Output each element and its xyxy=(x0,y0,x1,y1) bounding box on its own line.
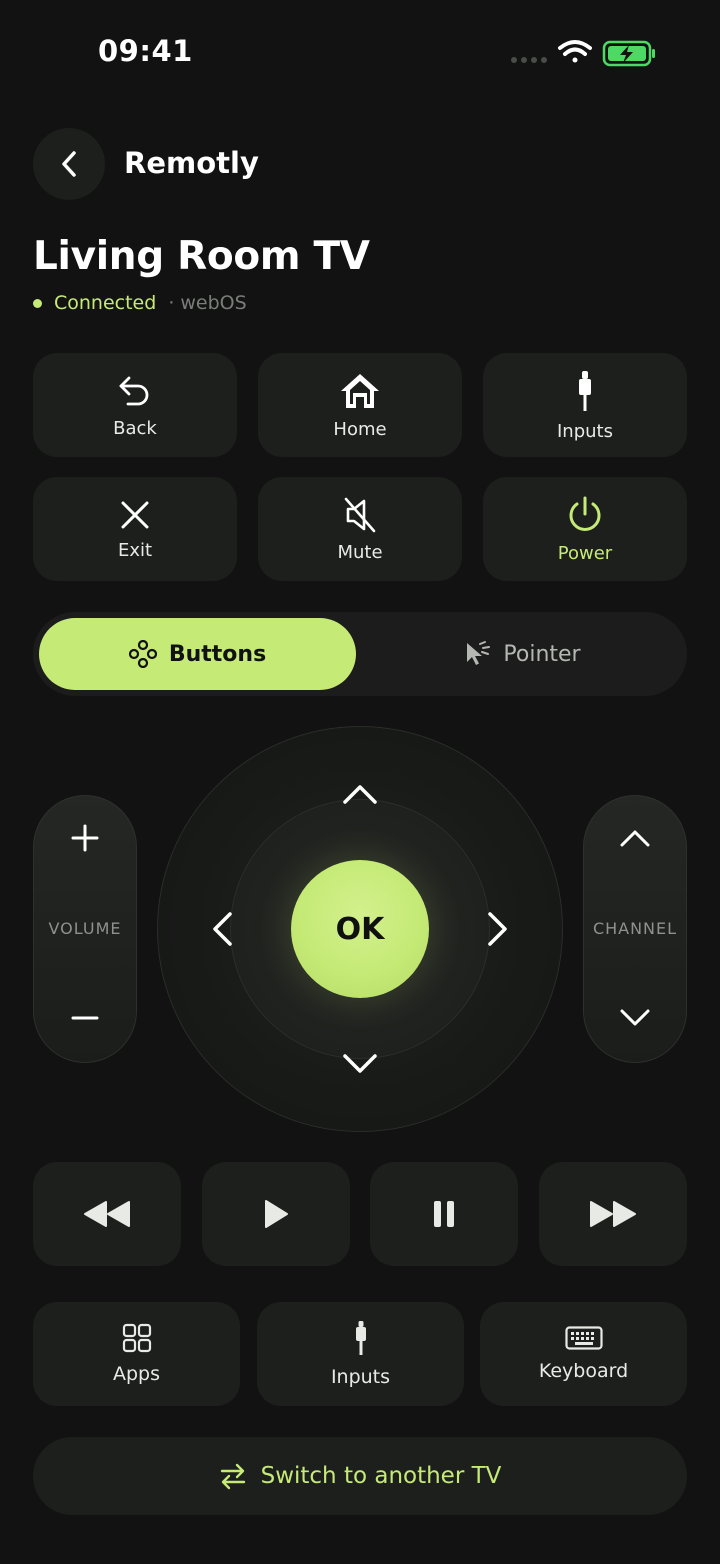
keyboard-button[interactable]: Keyboard xyxy=(480,1302,687,1406)
minus-icon xyxy=(71,1016,99,1020)
inputs-bottom-label: Inputs xyxy=(330,1366,391,1388)
exit-button[interactable]: Exit xyxy=(33,477,237,581)
power-label: Power xyxy=(557,542,613,564)
apps-label: Apps xyxy=(112,1363,161,1385)
mute-button[interactable]: Mute xyxy=(258,477,462,581)
back-nav-button[interactable] xyxy=(33,128,105,200)
chevron-left-icon xyxy=(62,151,76,177)
volume-up-button[interactable] xyxy=(59,812,111,864)
power-button[interactable]: Power xyxy=(483,477,687,581)
dpad-left-button[interactable] xyxy=(200,903,244,955)
plug-icon xyxy=(355,1321,366,1355)
fast-forward-icon xyxy=(590,1201,636,1227)
status-icons xyxy=(508,36,658,70)
keyboard-label: Keyboard xyxy=(538,1360,629,1382)
dpad-down-button[interactable] xyxy=(334,1042,386,1086)
pause-icon xyxy=(434,1201,454,1227)
home-button[interactable]: Home xyxy=(258,353,462,457)
gamepad-icon xyxy=(128,640,157,668)
plug-icon xyxy=(579,370,591,411)
mode-buttons-tab[interactable]: Buttons xyxy=(39,618,356,690)
channel-down-button[interactable] xyxy=(609,992,661,1044)
plus-icon xyxy=(71,824,99,852)
swap-arrows-icon xyxy=(220,1463,245,1490)
status-text: Connected xyxy=(54,292,157,314)
inputs-button[interactable]: Inputs xyxy=(483,353,687,457)
ok-button[interactable]: OK xyxy=(291,860,429,998)
mode-pointer-label: Pointer xyxy=(503,641,581,667)
chevron-left-icon xyxy=(213,912,232,946)
grid-icon xyxy=(122,1323,151,1353)
cellular-signal-icon xyxy=(511,57,547,63)
play-icon xyxy=(265,1200,288,1228)
cursor-icon xyxy=(467,641,491,665)
inputs-label: Inputs xyxy=(557,420,613,442)
chevron-down-icon xyxy=(620,1009,650,1026)
mode-buttons-label: Buttons xyxy=(168,641,267,667)
volume-down-button[interactable] xyxy=(59,992,111,1044)
house-icon xyxy=(341,373,379,408)
switch-tv-button[interactable]: Switch to another TV xyxy=(33,1437,687,1515)
mode-pointer-tab[interactable]: Pointer xyxy=(362,618,682,690)
pause-button[interactable] xyxy=(370,1162,518,1266)
play-button[interactable] xyxy=(202,1162,350,1266)
status-dot xyxy=(33,298,42,308)
back-label: Back xyxy=(113,417,157,439)
undo-arrow-icon xyxy=(119,376,149,405)
chevron-up-icon xyxy=(620,830,650,847)
battery-icon xyxy=(602,40,655,67)
channel-up-button[interactable] xyxy=(609,812,661,864)
tv-name: Living Room TV xyxy=(33,234,370,279)
switch-tv-label: Switch to another TV xyxy=(260,1463,502,1489)
volume-label: VOLUME xyxy=(48,919,122,938)
rewind-button[interactable] xyxy=(33,1162,181,1266)
mute-label: Mute xyxy=(337,541,383,563)
channel-label: CHANNEL xyxy=(592,919,678,938)
apps-button[interactable]: Apps xyxy=(33,1302,240,1406)
app-title: Remotly xyxy=(124,146,259,180)
status-time: 09:41 xyxy=(98,34,193,68)
chevron-up-icon xyxy=(343,785,377,804)
x-icon xyxy=(121,501,149,528)
connection-status: Connected · webOS xyxy=(33,292,247,314)
rewind-icon xyxy=(84,1201,130,1227)
keyboard-icon xyxy=(564,1326,603,1350)
dpad-right-button[interactable] xyxy=(476,903,520,955)
home-label: Home xyxy=(333,418,387,440)
os-text: · webOS xyxy=(168,292,247,314)
chevron-down-icon xyxy=(343,1054,377,1073)
speaker-mute-icon xyxy=(344,497,376,532)
fast-forward-button[interactable] xyxy=(539,1162,687,1266)
back-button[interactable]: Back xyxy=(33,353,237,457)
chevron-right-icon xyxy=(488,912,507,946)
inputs-bottom-button[interactable]: Inputs xyxy=(257,1302,464,1406)
wifi-icon xyxy=(558,40,592,63)
dpad-up-button[interactable] xyxy=(334,772,386,816)
exit-label: Exit xyxy=(117,539,153,561)
power-icon xyxy=(569,496,601,531)
